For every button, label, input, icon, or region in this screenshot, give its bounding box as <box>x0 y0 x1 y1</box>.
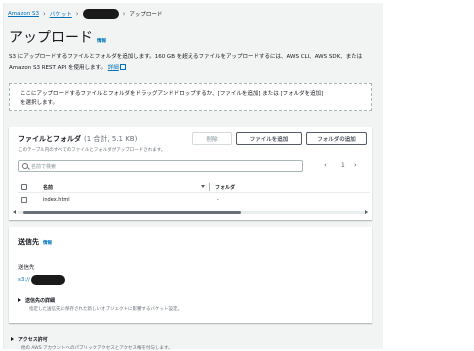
select-all-checkbox[interactable] <box>21 184 27 190</box>
column-divider[interactable] <box>209 183 210 191</box>
destination-header: 送信先 情報 <box>18 237 52 247</box>
search-icon <box>22 163 28 169</box>
sort-down-icon[interactable] <box>201 185 205 188</box>
destination-label: 送信先 <box>18 265 35 271</box>
chevron-right-icon: › <box>122 9 126 18</box>
row-checkbox[interactable] <box>21 197 27 203</box>
files-panel-subtitle: このテーブル内のすべてのファイルとフォルダがアップロードされます。 <box>18 148 166 153</box>
add-files-button[interactable]: ファイルを追加 <box>236 132 302 145</box>
caret-right-icon <box>18 298 21 302</box>
column-header-folder[interactable]: フォルダ <box>215 184 235 191</box>
chevron-right-icon: › <box>42 9 46 18</box>
destination-details-toggle[interactable]: 送信先の詳細 <box>18 297 55 304</box>
add-folder-button[interactable]: フォルダの追加 <box>306 132 367 145</box>
external-link-icon <box>119 64 126 70</box>
search-input[interactable]: 名前で検索 <box>18 160 303 172</box>
table-header: 名前 フォルダ <box>18 181 370 193</box>
scrollbar-thumb[interactable] <box>23 211 241 214</box>
page-title: アップロード <box>9 30 93 46</box>
breadcrumb-upload: アップロード <box>129 12 163 18</box>
destination-details-title[interactable]: 送信先の詳細 <box>25 297 55 304</box>
files-panel-header: ファイルとフォルダ (1 合計, 5.1 KB) <box>18 134 137 144</box>
permissions-title[interactable]: アクセス許可 <box>18 336 48 343</box>
destination-info-link[interactable]: 情報 <box>43 240 52 246</box>
breadcrumb: Amazon S3 › バケット › › アップロード <box>8 9 162 19</box>
info-link[interactable]: 情報 <box>97 38 106 44</box>
chevron-right-icon: › <box>75 9 79 18</box>
destination-title: 送信先 <box>18 238 39 246</box>
permissions-subtitle: 他の AWS アカウントへのパブリックアクセスとアクセス権を付与します。 <box>21 346 173 351</box>
destination-details-subtitle: 指定した送信先に保存された新しいオブジェクトに影響するバケット設定。 <box>29 307 182 312</box>
redacted-bucket-name[interactable] <box>82 9 119 19</box>
caret-right-icon <box>11 337 14 341</box>
scroll-left-icon[interactable] <box>13 210 16 214</box>
pager-current-page[interactable]: 1 <box>341 162 345 169</box>
permissions-toggle[interactable]: アクセス許可 <box>11 336 48 343</box>
horizontal-scrollbar[interactable] <box>18 211 368 214</box>
drop-zone-text-line1: ここにアップロードするファイルとフォルダをドラッグアンドドロップするか、[ファイ… <box>20 91 324 97</box>
table-row[interactable]: index.html - <box>18 194 370 206</box>
drop-zone[interactable]: ここにアップロードするファイルとフォルダをドラッグアンドドロップするか、[ファイ… <box>9 83 372 111</box>
destination-path-link[interactable]: s3:// <box>18 275 65 285</box>
remove-button[interactable]: 削除 <box>192 132 232 145</box>
pager-prev-button[interactable]: ‹ <box>324 161 327 169</box>
page: Amazon S3 › バケット › › アップロード アップロード 情報 S3… <box>0 0 474 351</box>
console-panel: Amazon S3 › バケット › › アップロード アップロード 情報 S3… <box>3 3 383 351</box>
destination-path-prefix[interactable]: s3:// <box>18 277 30 283</box>
column-header-name[interactable]: 名前 <box>43 184 53 191</box>
search-placeholder: 名前で検索 <box>31 163 57 170</box>
page-header: アップロード 情報 <box>9 27 106 47</box>
destination-panel: 送信先 情報 送信先 s3:// 送信先の詳細 指定した送信先に保存された新しい… <box>9 227 372 323</box>
scroll-right-icon[interactable] <box>365 210 368 214</box>
pager-next-button[interactable]: › <box>354 161 357 169</box>
description-text: S3 にアップロードするファイルとフォルダを追加します。160 GB を超えるフ… <box>9 54 363 71</box>
files-panel-count: (1 合計, 5.1 KB) <box>84 135 138 143</box>
details-link[interactable]: 詳細 <box>108 65 119 71</box>
redacted-destination-path[interactable] <box>30 275 65 285</box>
page-description: S3 にアップロードするファイルとフォルダを追加します。160 GB を超えるフ… <box>9 52 374 74</box>
files-panel-title: ファイルとフォルダ <box>18 135 81 143</box>
drop-zone-text-line2: を選択します。 <box>20 100 58 106</box>
breadcrumb-buckets[interactable]: バケット <box>50 10 72 18</box>
breadcrumb-amazon-s3[interactable]: Amazon S3 <box>8 11 39 17</box>
file-name: index.html <box>43 197 70 203</box>
files-and-folders-panel: ファイルとフォルダ (1 合計, 5.1 KB) このテーブル内のすべてのファイ… <box>9 127 372 220</box>
file-folder: - <box>217 197 219 203</box>
